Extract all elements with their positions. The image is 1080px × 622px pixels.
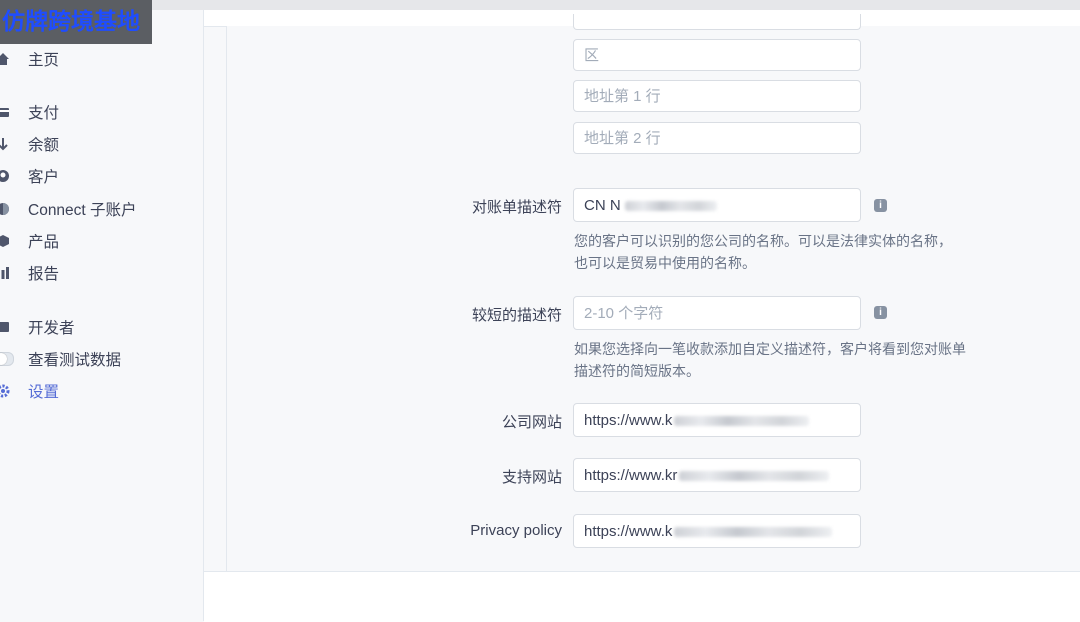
sidebar-item-test-data-toggle[interactable]: 查看测试数据 [0, 348, 121, 370]
privacy-policy-value: https://www.k [584, 523, 673, 540]
statement-descriptor-input[interactable]: CN N [573, 188, 861, 222]
address-line2-input[interactable]: 地址第 2 行 [573, 122, 861, 154]
sidebar-item-label: 开发者 [28, 320, 75, 337]
statement-descriptor-value: CN N [584, 197, 621, 214]
info-icon[interactable]: i [874, 199, 887, 212]
sidebar: 主页 支付 余额 客户 Connect 子账户 产品 报告 开发者 查看测试数据… [0, 10, 204, 621]
privacy-policy-label: Privacy policy [470, 522, 562, 539]
short-descriptor-label: 较短的描述符 [471, 307, 562, 324]
toggle-icon[interactable] [0, 352, 14, 366]
connect-icon [0, 202, 10, 216]
home-icon [0, 52, 10, 66]
redacted-text [674, 527, 833, 538]
balance-icon [0, 137, 10, 151]
district-input[interactable]: 区 [573, 39, 861, 71]
sidebar-item-reports[interactable]: 报告 [0, 262, 59, 284]
privacy-policy-input[interactable]: https://www.k [573, 514, 861, 548]
sidebar-item-customers[interactable]: 客户 [0, 165, 59, 187]
products-icon [0, 234, 10, 248]
top-bar [0, 0, 1080, 10]
sidebar-item-label: 查看测试数据 [28, 352, 122, 369]
sidebar-item-home[interactable]: 主页 [0, 48, 59, 70]
reports-icon [0, 266, 10, 280]
city-input[interactable] [573, 14, 861, 30]
sidebar-item-label: 产品 [28, 234, 60, 251]
company-website-label: 公司网站 [501, 414, 562, 431]
sidebar-item-connect[interactable]: Connect 子账户 [0, 198, 137, 220]
sidebar-item-label: 客户 [28, 169, 60, 186]
payments-icon [0, 105, 10, 119]
sidebar-item-products[interactable]: 产品 [0, 230, 59, 252]
redacted-text [679, 471, 830, 482]
address-line1-input[interactable]: 地址第 1 行 [573, 80, 861, 112]
sidebar-item-payments[interactable]: 支付 [0, 101, 59, 123]
company-website-value: https://www.k [584, 412, 673, 429]
redacted-text [624, 201, 717, 212]
short-descriptor-help: 如果您选择向一笔收款添加自定义描述符，客户将看到您对账单描述符的简短版本。 [574, 341, 966, 379]
sidebar-item-label: Connect 子账户 [28, 202, 137, 219]
watermark-text: 仿牌跨境基地 [0, 0, 152, 44]
sidebar-item-developers[interactable]: 开发者 [0, 316, 75, 338]
company-website-input[interactable]: https://www.k [573, 403, 861, 437]
redacted-text [674, 416, 810, 427]
sidebar-item-label: 设置 [28, 384, 60, 401]
sidebar-item-label: 余额 [28, 137, 60, 154]
sidebar-item-label: 报告 [28, 266, 60, 283]
support-website-label: 支持网站 [501, 469, 562, 486]
developers-icon [0, 320, 10, 334]
support-website-value: https://www.kr [584, 467, 678, 484]
statement-descriptor-help: 您的客户可以识别的您公司的名称。可以是法律实体的名称，也可以是贸易中使用的名称。 [574, 233, 952, 271]
short-descriptor-input[interactable]: 2-10 个字符 [573, 296, 861, 330]
statement-descriptor-label: 对账单描述符 [471, 199, 562, 216]
sidebar-item-balance[interactable]: 余额 [0, 133, 59, 155]
footer-area [204, 571, 1080, 622]
sidebar-item-label: 支付 [28, 105, 60, 122]
info-icon[interactable]: i [874, 306, 887, 319]
sidebar-item-settings[interactable]: 设置 [0, 380, 59, 402]
support-website-input[interactable]: https://www.kr [573, 458, 861, 492]
sidebar-item-label: 主页 [28, 52, 60, 69]
customers-icon [0, 169, 10, 183]
gear-icon [0, 384, 10, 398]
